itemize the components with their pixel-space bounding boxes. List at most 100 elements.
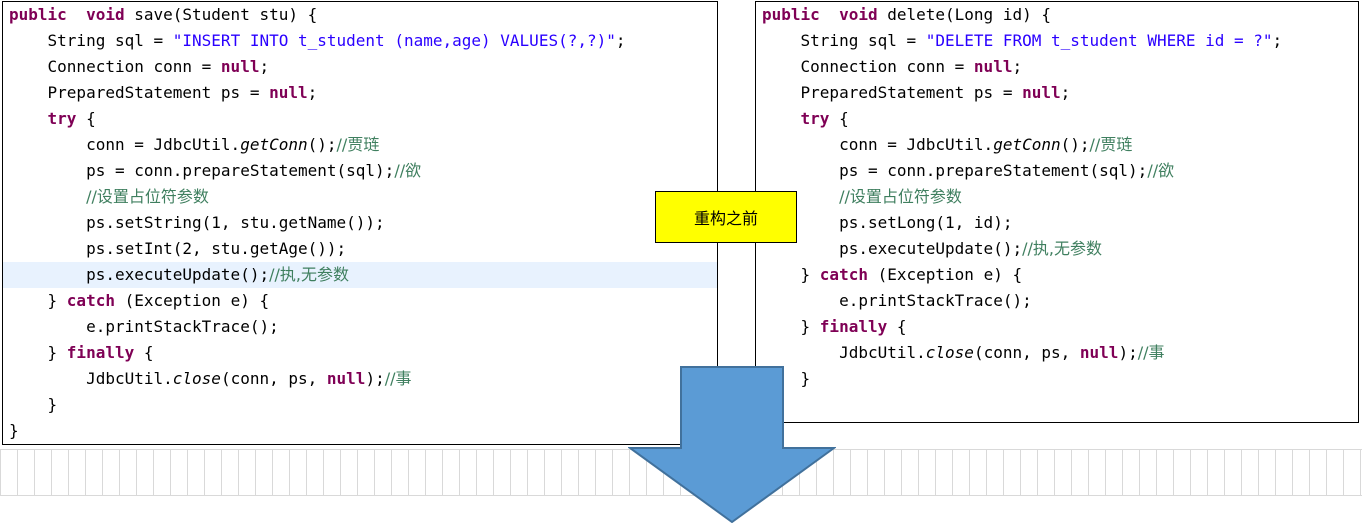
delete-code-line: ps.executeUpdate();//执,无参数 bbox=[756, 236, 1358, 262]
save-code-line: ps.setInt(2, stu.getAge()); bbox=[3, 236, 717, 262]
delete-code-line: ps = conn.prepareStatement(sql);//欲 bbox=[756, 158, 1358, 184]
code-token: (); bbox=[307, 135, 337, 154]
code-token: ; bbox=[307, 83, 318, 102]
delete-code-line: ps.setLong(1, id); bbox=[756, 210, 1358, 236]
code-token: Connection conn = bbox=[762, 57, 974, 76]
delete-code-line: try { bbox=[756, 106, 1358, 132]
code-token: { bbox=[76, 109, 96, 128]
code-token: } bbox=[9, 291, 67, 310]
code-token: PreparedStatement ps = bbox=[9, 83, 270, 102]
code-token: (conn, ps, bbox=[220, 369, 327, 388]
code-token: //事 bbox=[1137, 343, 1165, 362]
code-token: (Exception e) { bbox=[867, 265, 1023, 284]
code-token: String sql = bbox=[762, 31, 926, 50]
save-code-line: Connection conn = null; bbox=[3, 54, 717, 80]
code-token: conn = JdbcUtil. bbox=[9, 135, 241, 154]
code-token: //设置占位符参数 bbox=[839, 187, 962, 206]
code-token: ps.executeUpdate(); bbox=[9, 265, 270, 284]
code-token: try bbox=[800, 109, 830, 128]
code-token: ps = conn.prepareStatement(sql); bbox=[762, 161, 1148, 180]
code-token: //执,无参数 bbox=[269, 265, 349, 284]
code-panel-delete: public void delete(Long id) { String sql… bbox=[755, 1, 1359, 423]
code-token: void bbox=[839, 5, 878, 24]
before-refactor-label: 重构之前 bbox=[655, 191, 797, 243]
delete-code-line: JdbcUtil.close(conn, ps, null);//事 bbox=[756, 340, 1358, 366]
save-code-line: ps.executeUpdate();//执,无参数 bbox=[3, 262, 717, 288]
code-token: } bbox=[9, 343, 67, 362]
code-token: String sql = bbox=[9, 31, 173, 50]
save-code-line: ps = conn.prepareStatement(sql);//欲 bbox=[3, 158, 717, 184]
save-code-line: e.printStackTrace(); bbox=[3, 314, 717, 340]
down-arrow-icon bbox=[628, 366, 836, 523]
save-code-line: public void save(Student stu) { bbox=[3, 2, 717, 28]
code-token: (conn, ps, bbox=[973, 343, 1080, 362]
code-token: e.printStackTrace(); bbox=[762, 291, 1032, 310]
code-token: ps.executeUpdate(); bbox=[762, 239, 1023, 258]
code-token: //贾琏 bbox=[1089, 135, 1133, 154]
code-token: void bbox=[86, 5, 125, 24]
delete-code-line: String sql = "DELETE FROM t_student WHER… bbox=[756, 28, 1358, 54]
save-code-line: conn = JdbcUtil.getConn();//贾琏 bbox=[3, 132, 717, 158]
save-code-line: //设置占位符参数 bbox=[3, 184, 717, 210]
code-token: close bbox=[925, 343, 974, 362]
code-token: finally bbox=[66, 343, 135, 362]
save-code-line: try { bbox=[3, 106, 717, 132]
code-token: "INSERT INTO t_student (name,age) VALUES… bbox=[172, 31, 616, 50]
code-token: { bbox=[134, 343, 154, 362]
save-code-line: } bbox=[3, 418, 717, 444]
code-token: catch bbox=[66, 291, 115, 310]
delete-code-line: } finally { bbox=[756, 314, 1358, 340]
code-token: conn = JdbcUtil. bbox=[762, 135, 994, 154]
code-token: //事 bbox=[384, 369, 412, 388]
code-token: null bbox=[1022, 83, 1061, 102]
code-token: } bbox=[762, 265, 820, 284]
delete-code-line: } bbox=[756, 366, 1358, 392]
code-token: try bbox=[47, 109, 77, 128]
code-token: public bbox=[9, 5, 67, 24]
code-token: delete(Long id) { bbox=[877, 5, 1051, 24]
code-token: null bbox=[973, 57, 1013, 76]
code-token: ; bbox=[1060, 83, 1071, 102]
delete-code-line: e.printStackTrace(); bbox=[756, 288, 1358, 314]
code-panel-save: public void save(Student stu) { String s… bbox=[2, 1, 718, 445]
code-token: { bbox=[887, 317, 907, 336]
code-token: (); bbox=[1060, 135, 1090, 154]
code-token: { bbox=[829, 109, 849, 128]
code-token: e.printStackTrace(); bbox=[9, 317, 279, 336]
code-token: (Exception e) { bbox=[114, 291, 270, 310]
code-token: } bbox=[762, 317, 820, 336]
code-token: //执,无参数 bbox=[1022, 239, 1102, 258]
code-token: //欲 bbox=[394, 161, 422, 180]
code-token: null bbox=[269, 83, 308, 102]
code-token: ; bbox=[1272, 31, 1283, 50]
code-token: //欲 bbox=[1147, 161, 1175, 180]
delete-code-line: public void delete(Long id) { bbox=[756, 2, 1358, 28]
code-token: ps.setInt(2, stu.getAge()); bbox=[9, 239, 347, 258]
save-code-line: PreparedStatement ps = null; bbox=[3, 80, 717, 106]
save-code-line: JdbcUtil.close(conn, ps, null);//事 bbox=[3, 366, 717, 392]
code-token: catch bbox=[819, 265, 868, 284]
code-token: ); bbox=[365, 369, 385, 388]
code-token: //贾琏 bbox=[336, 135, 380, 154]
code-token: ; bbox=[1012, 57, 1023, 76]
code-token: PreparedStatement ps = bbox=[762, 83, 1023, 102]
code-token: JdbcUtil. bbox=[762, 343, 926, 362]
code-token: ; bbox=[259, 57, 270, 76]
save-code-line: ps.setString(1, stu.getName()); bbox=[3, 210, 717, 236]
code-token: ps.setString(1, stu.getName()); bbox=[9, 213, 385, 232]
code-token: Connection conn = bbox=[9, 57, 221, 76]
code-token: null bbox=[326, 369, 366, 388]
code-token: } bbox=[9, 395, 58, 414]
delete-code-line: Connection conn = null; bbox=[756, 54, 1358, 80]
code-token: ps.setLong(1, id); bbox=[762, 213, 1013, 232]
code-token: ps = conn.prepareStatement(sql); bbox=[9, 161, 395, 180]
save-code-line: } finally { bbox=[3, 340, 717, 366]
code-token: //设置占位符参数 bbox=[86, 187, 209, 206]
code-token: ; bbox=[615, 31, 626, 50]
code-token: null bbox=[1079, 343, 1119, 362]
code-token: } bbox=[9, 421, 19, 440]
